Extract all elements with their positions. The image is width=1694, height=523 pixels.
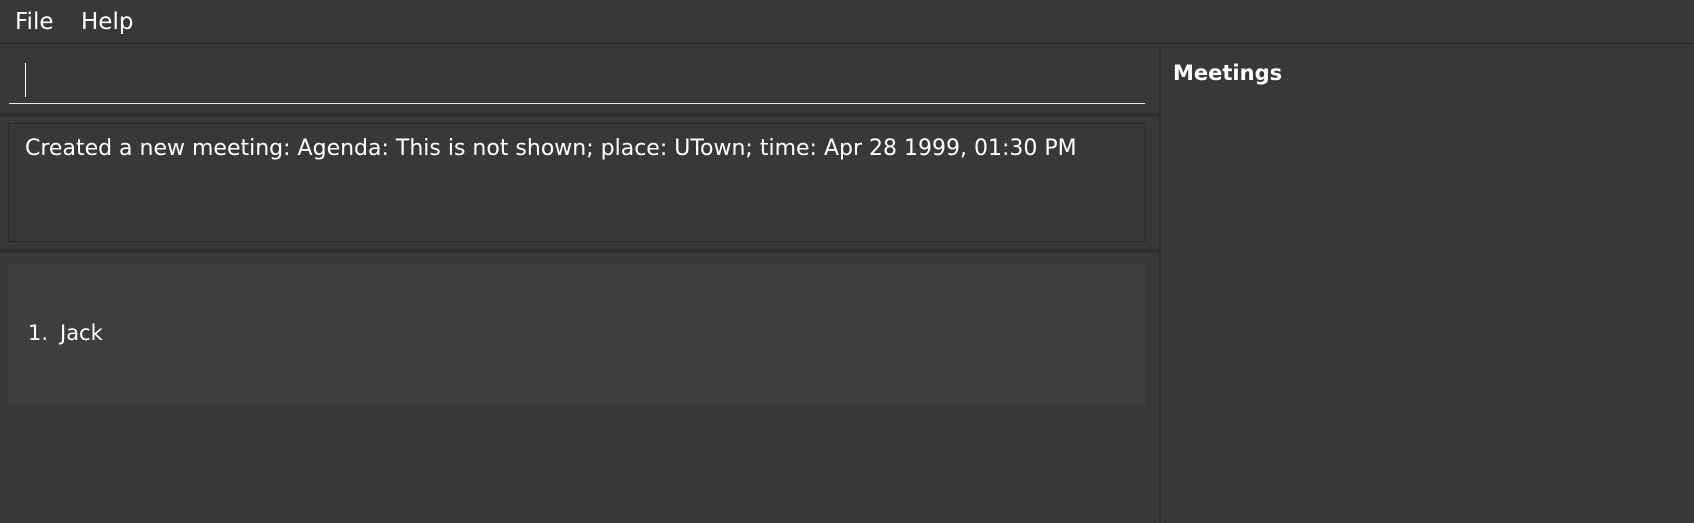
- menu-bar: File Help: [0, 0, 1694, 44]
- menu-file[interactable]: File: [15, 8, 54, 36]
- main-pane: Created a new meeting: Agenda: This is n…: [0, 45, 1159, 523]
- divider: [0, 249, 1159, 252]
- result-message: Created a new meeting: Agenda: This is n…: [25, 136, 1077, 161]
- meetings-title: Meetings: [1173, 61, 1283, 85]
- person-list: 1. Jack: [8, 264, 1145, 407]
- result-display: Created a new meeting: Agenda: This is n…: [8, 123, 1146, 242]
- list-item[interactable]: 1. Jack: [8, 264, 1145, 407]
- divider: [0, 113, 1159, 116]
- meetings-panel: Meetings: [1161, 45, 1694, 523]
- text-caret: [25, 63, 26, 97]
- command-box[interactable]: [9, 57, 1145, 104]
- list-item-name: Jack: [60, 321, 103, 345]
- menu-help[interactable]: Help: [81, 8, 133, 36]
- list-item-index: 1.: [28, 321, 49, 345]
- command-input[interactable]: [9, 57, 1145, 101]
